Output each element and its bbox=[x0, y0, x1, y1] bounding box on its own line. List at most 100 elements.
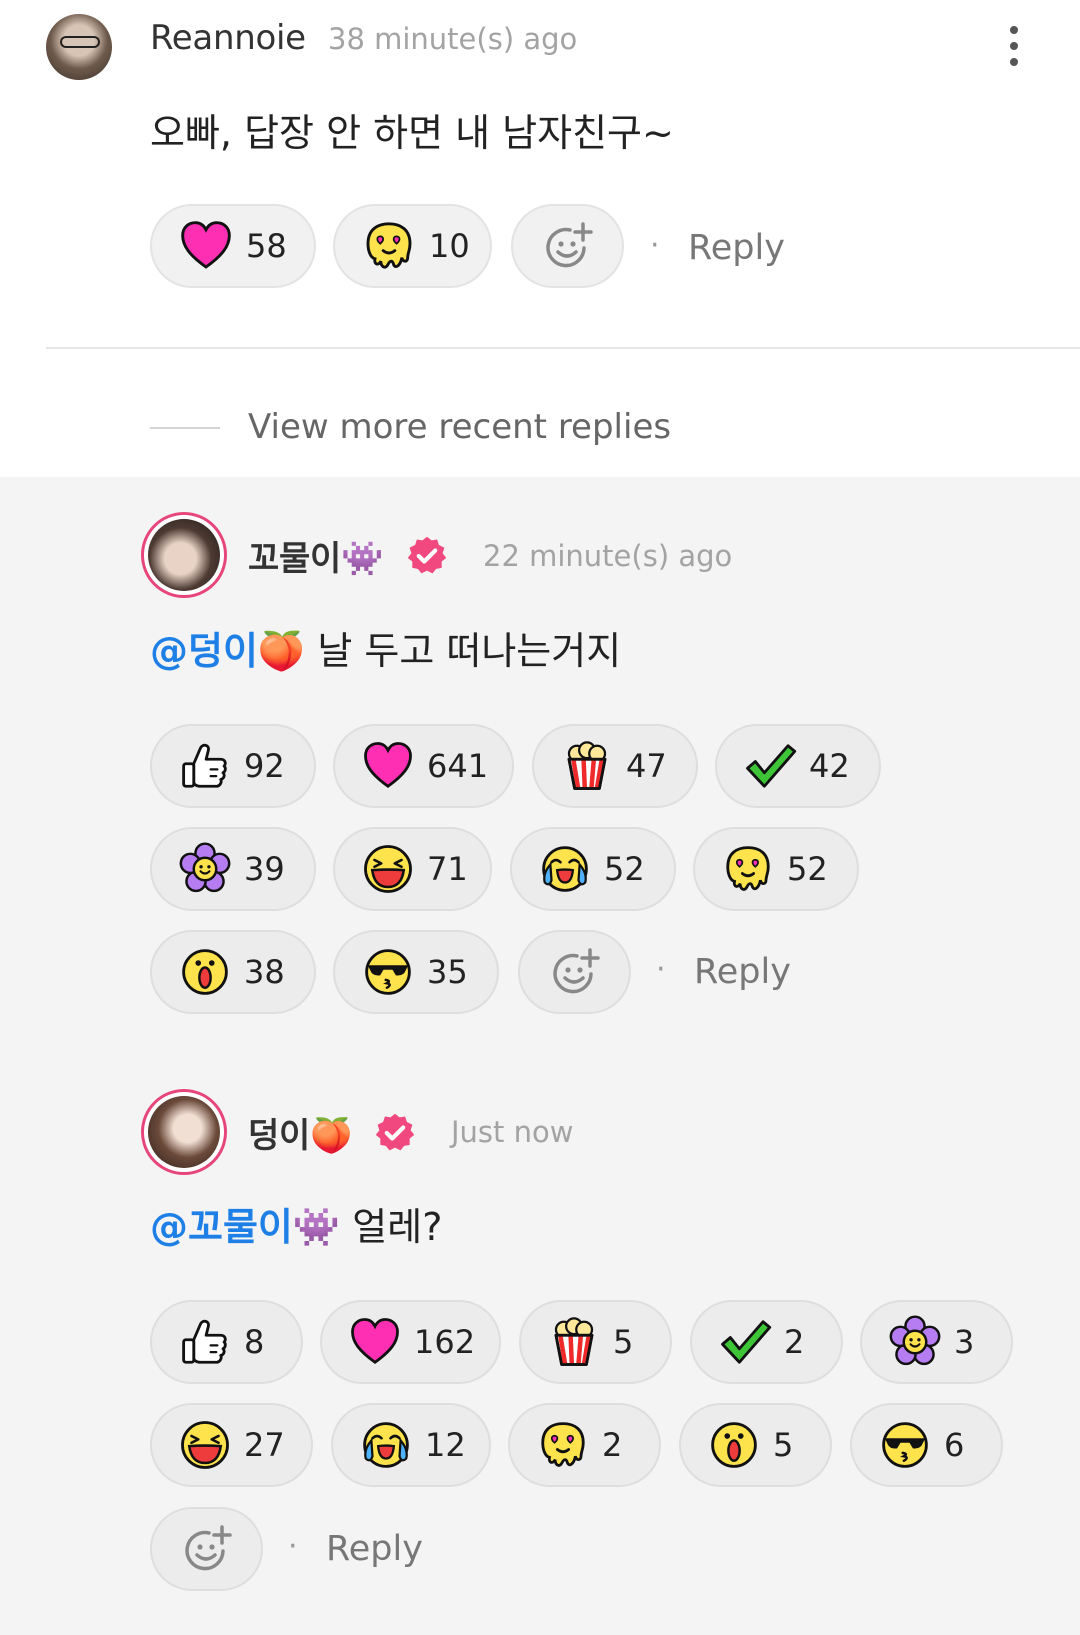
popcorn-icon bbox=[547, 1315, 601, 1369]
add-reaction-icon bbox=[540, 218, 596, 274]
reaction-count: 92 bbox=[244, 747, 285, 785]
reaction-crying-laugh[interactable]: 52 bbox=[510, 827, 676, 911]
reply1-mention[interactable]: @덩이🍑 bbox=[150, 629, 305, 673]
reaction-count: 52 bbox=[787, 850, 828, 888]
add-reaction-button[interactable] bbox=[518, 930, 631, 1014]
surprised-icon bbox=[178, 945, 232, 999]
reaction-count: 52 bbox=[604, 850, 645, 888]
reply2-username[interactable]: 덩이🍑 bbox=[248, 1108, 352, 1157]
reply1-timestamp: 22 minute(s) ago bbox=[483, 539, 733, 573]
reaction-count: 8 bbox=[244, 1323, 265, 1361]
reaction-crying-laugh[interactable]: 12 bbox=[331, 1403, 491, 1487]
commenter-username[interactable]: Reannoie bbox=[150, 18, 306, 58]
crying-laugh-icon bbox=[359, 1418, 413, 1472]
reply1-body: 날 두고 떠나는거지 bbox=[317, 629, 622, 673]
reply-button[interactable]: Reply bbox=[688, 228, 785, 268]
reaction-laugh[interactable]: 71 bbox=[333, 827, 492, 911]
reaction-count: 5 bbox=[613, 1323, 634, 1361]
reaction-count: 38 bbox=[244, 953, 285, 991]
reaction-laugh[interactable]: 27 bbox=[150, 1403, 313, 1487]
reaction-count: 71 bbox=[427, 850, 468, 888]
reaction-check[interactable]: 2 bbox=[690, 1300, 843, 1384]
commenter-avatar[interactable] bbox=[46, 14, 112, 80]
reply-button[interactable]: Reply bbox=[326, 1529, 423, 1569]
reaction-count: 12 bbox=[425, 1426, 466, 1464]
cool-kiss-icon bbox=[878, 1418, 932, 1472]
reaction-cool-kiss[interactable]: 6 bbox=[850, 1403, 1003, 1487]
reaction-love-melt[interactable]: 10 bbox=[333, 204, 492, 288]
reaction-heart[interactable]: 641 bbox=[333, 724, 514, 808]
reaction-count: 162 bbox=[414, 1323, 476, 1361]
laugh-icon bbox=[361, 842, 415, 896]
verified-badge-icon bbox=[405, 534, 449, 578]
reply2-avatar[interactable] bbox=[141, 1089, 227, 1175]
reaction-check[interactable]: 42 bbox=[715, 724, 881, 808]
love-melt-icon bbox=[536, 1418, 590, 1472]
replies-section: 꼬물이👾 22 minute(s) ago @덩이🍑 날 두고 떠나는거지 92… bbox=[0, 477, 1080, 1635]
heart-icon bbox=[348, 1315, 402, 1369]
reaction-count: 5 bbox=[773, 1426, 794, 1464]
reaction-count: 6 bbox=[944, 1426, 965, 1464]
peach-emoji: 🍑 bbox=[309, 1116, 353, 1156]
view-more-replies-button[interactable]: View more recent replies bbox=[248, 407, 671, 447]
add-reaction-button[interactable] bbox=[150, 1507, 263, 1591]
reply2-text: @꼬물이👾 얼레? bbox=[150, 1196, 442, 1251]
reaction-count: 10 bbox=[429, 227, 470, 265]
reaction-count: 2 bbox=[784, 1323, 805, 1361]
reaction-surprised[interactable]: 5 bbox=[679, 1403, 832, 1487]
reply1-username[interactable]: 꼬물이👾 bbox=[248, 531, 383, 580]
reaction-thumbs-up[interactable]: 8 bbox=[150, 1300, 303, 1384]
reaction-count: 3 bbox=[954, 1323, 975, 1361]
reaction-count: 641 bbox=[427, 747, 489, 785]
reaction-love-melt[interactable]: 52 bbox=[693, 827, 859, 911]
heart-icon bbox=[361, 739, 415, 793]
reply-button[interactable]: Reply bbox=[694, 952, 791, 992]
reaction-count: 2 bbox=[602, 1426, 623, 1464]
more-options-icon[interactable] bbox=[1006, 22, 1022, 70]
alien-emoji: 👾 bbox=[340, 539, 383, 579]
love-melt-icon bbox=[361, 218, 417, 274]
flower-icon bbox=[178, 842, 232, 896]
reply2-username-text: 덩이 bbox=[248, 1116, 310, 1156]
divider bbox=[46, 347, 1080, 349]
thumbs-up-icon bbox=[178, 1315, 232, 1369]
check-icon bbox=[718, 1315, 772, 1369]
reaction-heart[interactable]: 162 bbox=[320, 1300, 501, 1384]
cool-kiss-icon bbox=[361, 945, 415, 999]
reply1-avatar[interactable] bbox=[141, 512, 227, 598]
comment-text: 오빠, 답장 안 하면 내 남자친구~ bbox=[150, 111, 674, 155]
surprised-icon bbox=[707, 1418, 761, 1472]
flower-icon bbox=[888, 1315, 942, 1369]
reaction-count: 35 bbox=[427, 953, 468, 991]
separator-dot: · bbox=[656, 952, 666, 987]
reply2-mention[interactable]: @꼬물이👾 bbox=[150, 1205, 340, 1249]
crying-laugh-icon bbox=[538, 842, 592, 896]
reaction-cool-kiss[interactable]: 35 bbox=[333, 930, 499, 1014]
reaction-popcorn[interactable]: 47 bbox=[532, 724, 698, 808]
reply2-body: 얼레? bbox=[352, 1205, 443, 1249]
separator-dot: · bbox=[650, 228, 660, 263]
reaction-flower[interactable]: 39 bbox=[150, 827, 316, 911]
reaction-love-melt[interactable]: 2 bbox=[508, 1403, 661, 1487]
reply1-username-text: 꼬물이 bbox=[248, 539, 341, 579]
reaction-thumbs-up[interactable]: 92 bbox=[150, 724, 316, 808]
reaction-count: 47 bbox=[626, 747, 667, 785]
heart-icon bbox=[178, 218, 234, 274]
reaction-count: 39 bbox=[244, 850, 285, 888]
comment-timestamp: 38 minute(s) ago bbox=[328, 22, 578, 56]
reaction-heart[interactable]: 58 bbox=[150, 204, 316, 288]
reaction-surprised[interactable]: 38 bbox=[150, 930, 316, 1014]
view-more-line bbox=[150, 427, 220, 429]
reply1-text: @덩이🍑 날 두고 떠나는거지 bbox=[150, 620, 621, 675]
reaction-flower[interactable]: 3 bbox=[860, 1300, 1013, 1384]
separator-dot: · bbox=[288, 1529, 298, 1564]
thumbs-up-icon bbox=[178, 739, 232, 793]
popcorn-icon bbox=[560, 739, 614, 793]
verified-badge-icon bbox=[373, 1111, 417, 1155]
reaction-count: 27 bbox=[244, 1426, 285, 1464]
reaction-popcorn[interactable]: 5 bbox=[519, 1300, 672, 1384]
check-icon bbox=[743, 739, 797, 793]
add-reaction-icon bbox=[547, 944, 603, 1000]
love-melt-icon bbox=[721, 842, 775, 896]
add-reaction-button[interactable] bbox=[511, 204, 624, 288]
